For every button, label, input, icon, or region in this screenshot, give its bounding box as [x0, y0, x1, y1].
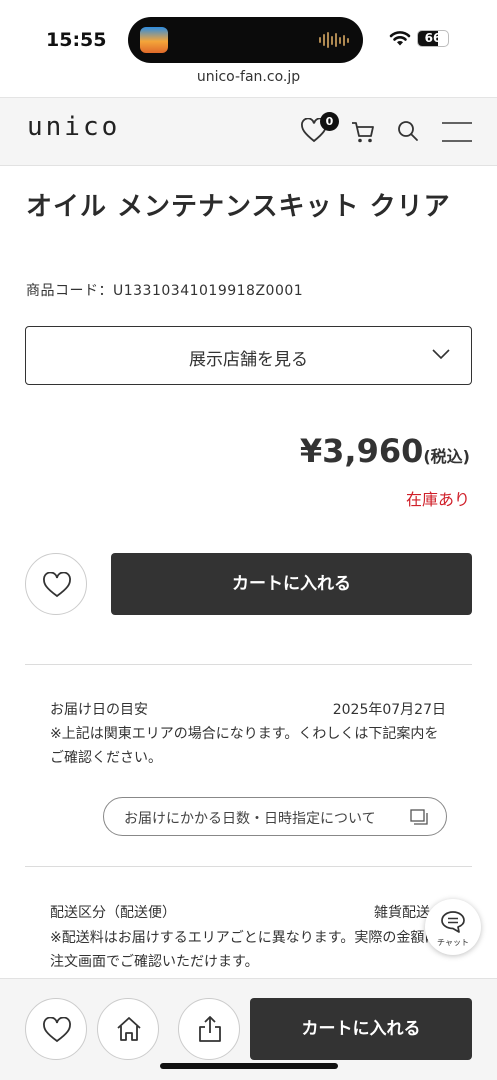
site-header: unico: [0, 98, 497, 166]
view-stores-button[interactable]: 展示店舗を見る: [25, 326, 472, 385]
delivery-info-label: お届けにかかる日数・日時指定について: [124, 811, 376, 827]
chat-button[interactable]: チャット: [425, 899, 481, 955]
battery-indicator: 66: [417, 30, 449, 47]
stock-status: 在庫あり: [405, 490, 470, 509]
chevron-down-icon: [432, 349, 450, 360]
delivery-estimate-note: ※上記は関東エリアの場合になります。くわしくは下記案内をご確認ください。: [50, 726, 439, 766]
audio-wave-icon: [319, 31, 349, 49]
share-icon: [199, 1016, 221, 1042]
add-to-cart-button[interactable]: カートに入れる: [111, 553, 472, 615]
bottom-add-to-cart-button[interactable]: カートに入れる: [250, 998, 472, 1060]
product-price: ¥3,960(税込): [300, 432, 470, 470]
delivery-info-link[interactable]: お届けにかかる日数・日時指定について: [103, 797, 447, 836]
price-tax-label: (税込): [423, 447, 470, 466]
status-time: 15:55: [46, 29, 107, 51]
menu-icon[interactable]: [441, 121, 473, 143]
bottom-share-button[interactable]: [178, 998, 240, 1060]
status-bar: 15:55 66 unico-fan.co.jp: [0, 0, 497, 98]
favorites-count-badge: 0: [320, 112, 339, 131]
chat-bubble-icon: [441, 911, 465, 933]
bottom-home-button[interactable]: [97, 998, 159, 1060]
shipping-category-label: 配送区分（配送便）: [50, 905, 176, 921]
bottom-favorite-button[interactable]: [25, 998, 87, 1060]
external-window-icon: [410, 809, 428, 825]
now-playing-app-icon: [140, 27, 168, 53]
home-icon: [117, 1017, 141, 1041]
shipping-category-value: 雑貨配送: [374, 905, 430, 921]
search-icon[interactable]: [396, 119, 420, 143]
cart-icon[interactable]: [350, 119, 376, 145]
product-title: オイル メンテナンスキット クリア: [26, 192, 451, 222]
site-logo[interactable]: unico: [27, 112, 120, 142]
dynamic-island: [128, 17, 363, 63]
shipping-fee-note: ※配送料はお届けするエリアごとに異なります。実際の金額は注文画面でご確認いただけ…: [50, 930, 439, 970]
heart-icon: [43, 572, 71, 598]
battery-level: 66: [424, 31, 442, 45]
home-indicator[interactable]: [160, 1063, 338, 1069]
add-to-favorites-button[interactable]: [25, 553, 87, 615]
delivery-estimate-label: お届け日の目安: [50, 702, 148, 718]
section-divider: [25, 664, 472, 665]
chat-label: チャット: [437, 938, 469, 947]
price-amount: ¥3,960: [299, 432, 424, 470]
wifi-icon: [389, 31, 411, 46]
heart-icon: [43, 1017, 71, 1043]
delivery-estimate-date: 2025年07月27日: [332, 702, 446, 718]
section-divider: [25, 866, 472, 867]
view-stores-label: 展示店舗を見る: [189, 350, 308, 370]
url-bar[interactable]: unico-fan.co.jp: [0, 69, 497, 85]
product-code: 商品コード：U13310341019918Z0001: [26, 283, 304, 299]
